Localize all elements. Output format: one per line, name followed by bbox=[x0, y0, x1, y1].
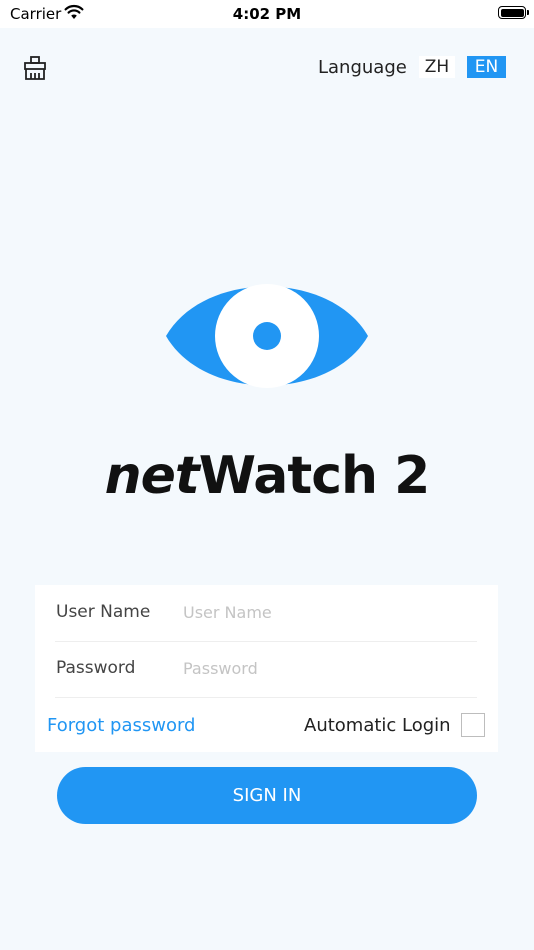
username-row: User Name bbox=[55, 585, 477, 642]
login-form: User Name Password Forgot password Autom… bbox=[35, 585, 498, 752]
sign-in-button[interactable]: SIGN IN bbox=[57, 767, 477, 824]
app-name-logo: netWatch 2 bbox=[0, 446, 534, 506]
password-input[interactable] bbox=[183, 653, 473, 683]
username-label: User Name bbox=[56, 602, 151, 622]
app-name-part1: net bbox=[104, 446, 200, 506]
eye-logo-icon bbox=[164, 262, 370, 410]
clear-cache-button[interactable] bbox=[22, 55, 48, 81]
username-input[interactable] bbox=[183, 597, 473, 627]
language-option-zh[interactable]: ZH bbox=[419, 56, 455, 78]
clock-label: 4:02 PM bbox=[232, 5, 302, 23]
automatic-login-checkbox[interactable] bbox=[461, 713, 485, 737]
automatic-login-label: Automatic Login bbox=[304, 715, 451, 736]
language-label: Language bbox=[318, 57, 407, 78]
app-name-part2: Watch 2 bbox=[198, 446, 431, 506]
broom-icon bbox=[24, 56, 46, 80]
password-label: Password bbox=[56, 658, 136, 678]
password-row: Password bbox=[55, 641, 477, 698]
forgot-password-link[interactable]: Forgot password bbox=[47, 715, 195, 736]
language-option-en[interactable]: EN bbox=[467, 56, 506, 78]
battery-icon bbox=[498, 6, 529, 19]
status-bar: Carrier 4:02 PM bbox=[0, 0, 534, 28]
